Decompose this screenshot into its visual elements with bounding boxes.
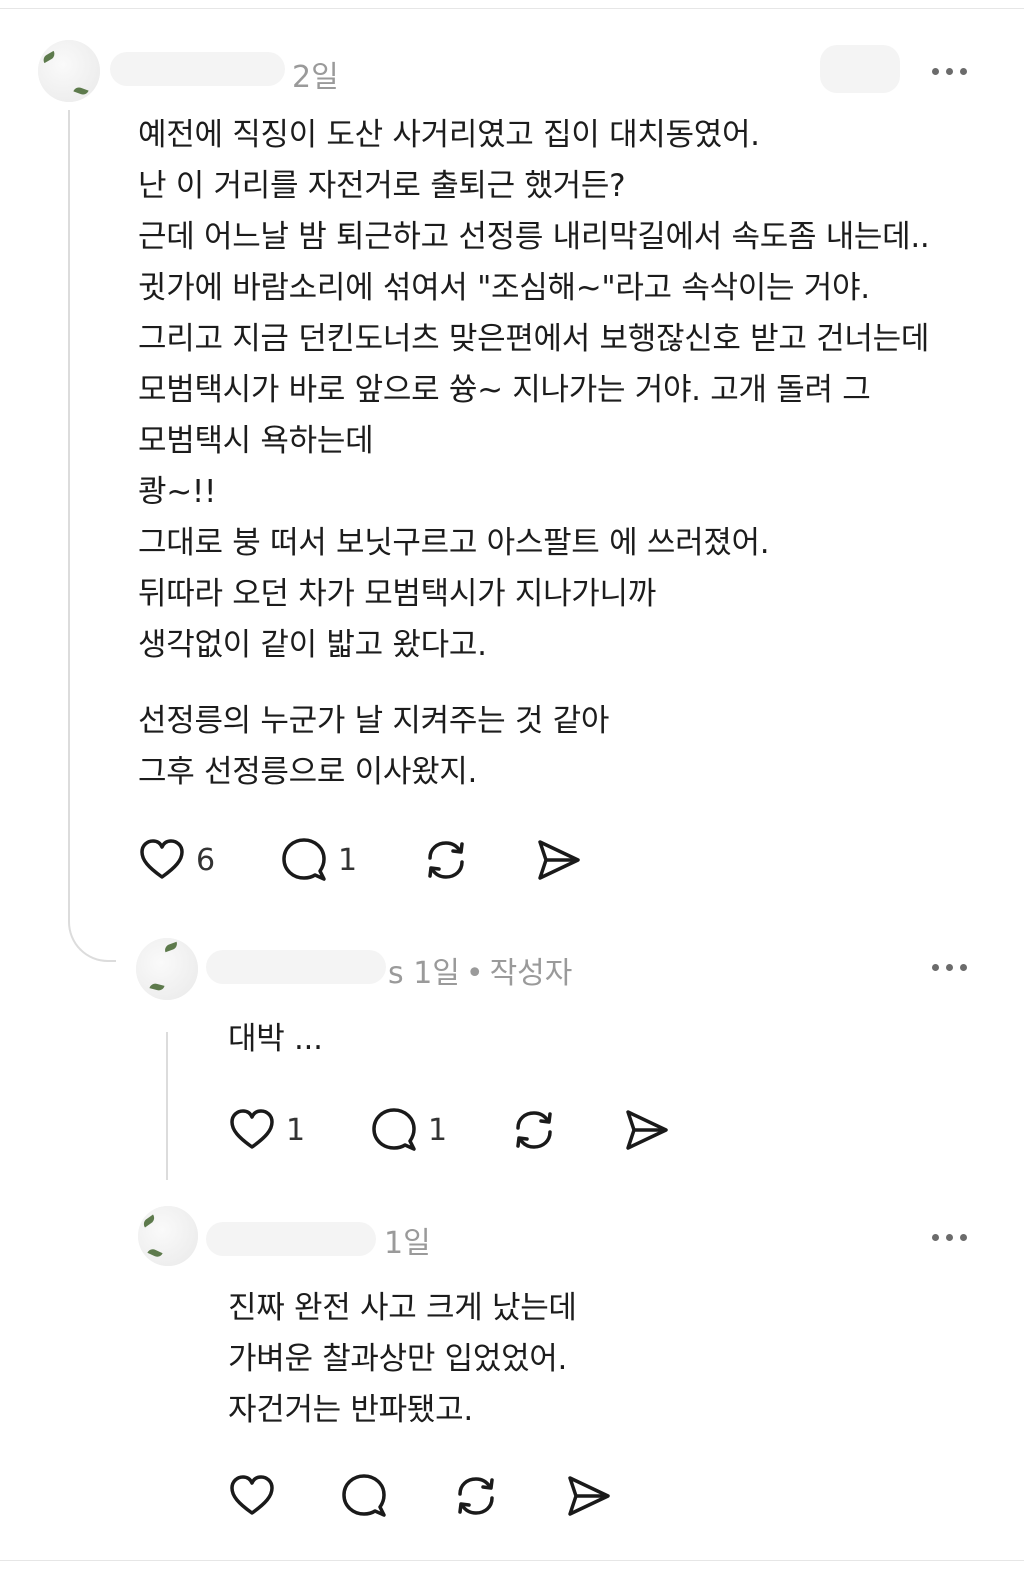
comment-line: 선정릉의 누군가 날 지켜주는 것 같아 — [138, 703, 610, 739]
comment-line: 그리고 지금 던킨도너츠 맞은편에서 보행잖신호 받고 건너는데 — [138, 321, 930, 357]
repost-button[interactable] — [452, 1470, 500, 1522]
heart-icon — [230, 1475, 274, 1515]
reply-button[interactable]: 1 — [370, 1104, 447, 1156]
top-divider — [0, 8, 1024, 9]
username-tail: s — [388, 956, 404, 991]
like-count: 6 — [196, 842, 216, 878]
comment-bubble-icon — [282, 838, 326, 881]
username-redacted[interactable] — [206, 950, 386, 984]
comment-line: 귓가에 바람소리에 섞여서 "조심해~"라고 속삭이는 거야. — [138, 270, 870, 306]
repost-icon — [516, 1111, 552, 1149]
reply-count: 1 — [338, 842, 358, 878]
send-icon — [538, 840, 580, 880]
author-badge: 작성자 — [489, 956, 573, 991]
comment-line: 그대로 붕 떠서 보닛구르고 아스팔트 에 쓰러졌어. — [138, 525, 770, 561]
like-button[interactable]: 1 — [228, 1104, 305, 1156]
like-button[interactable]: 6 — [138, 834, 215, 886]
send-icon — [568, 1476, 610, 1516]
comment-line: 근데 어느날 밤 퇴근하고 선정릉 내리막길에서 속도좀 내는데.. — [138, 219, 930, 255]
comment-line: 대박 ... — [228, 1021, 323, 1057]
username-redacted[interactable] — [206, 1222, 376, 1256]
reply-button[interactable] — [340, 1470, 388, 1522]
comment-line: 자건거는 반파됐고. — [228, 1392, 473, 1428]
share-button[interactable] — [622, 1104, 670, 1156]
comment-meta: s 1일 • 작성자 — [388, 948, 572, 992]
avatar[interactable] — [138, 1206, 198, 1266]
like-count: 1 — [286, 1112, 306, 1148]
username-redacted[interactable] — [110, 52, 285, 86]
action-bar: 6 1 — [138, 834, 618, 886]
comment-body: 대박 ... — [228, 1014, 323, 1065]
comment-line: 진짜 완전 사고 크게 났는데 — [228, 1290, 577, 1326]
share-button[interactable] — [564, 1470, 612, 1522]
avatar[interactable] — [136, 938, 198, 1000]
comment-time: 1일 — [384, 1226, 431, 1261]
thread-connector — [68, 110, 116, 962]
comment-time: 2일 — [292, 60, 339, 95]
comment-body: 예전에 직징이 도산 사거리였고 집이 대치동였어. 난 이 거리를 자전거로 … — [138, 110, 930, 798]
repost-button[interactable] — [510, 1104, 558, 1156]
bottom-divider — [0, 1560, 1024, 1561]
action-bar: 1 1 — [228, 1104, 708, 1156]
comment-line: 쾅~!! — [138, 474, 217, 510]
reply-button[interactable]: 1 — [280, 834, 357, 886]
comment-bubble-icon — [342, 1474, 386, 1517]
comment-line: 가벼운 찰과상만 입었었어. — [228, 1341, 568, 1377]
send-icon — [626, 1110, 668, 1150]
more-dots-icon[interactable] — [932, 962, 972, 972]
meta-separator: • — [465, 956, 484, 991]
more-dots-icon[interactable] — [932, 66, 972, 76]
comment-time: 1일 — [413, 956, 460, 991]
comment-line: 난 이 거리를 자전거로 출퇴근 했거든? — [138, 168, 626, 204]
comment-line: 모범택시 욕하는데 — [138, 423, 374, 459]
heart-icon — [140, 839, 184, 879]
repost-icon — [428, 841, 464, 879]
comment-line: 생각없이 같이 밟고 왔다고. — [138, 627, 487, 663]
redacted-badge — [820, 45, 900, 93]
repost-icon — [458, 1477, 494, 1515]
like-button[interactable] — [228, 1470, 276, 1522]
comment-bubble-icon — [372, 1108, 416, 1151]
more-dots-icon[interactable] — [932, 1232, 972, 1242]
action-bar — [228, 1470, 708, 1522]
repost-button[interactable] — [422, 834, 470, 886]
avatar[interactable] — [38, 40, 100, 102]
comment-line: 예전에 직징이 도산 사거리였고 집이 대치동였어. — [138, 117, 760, 153]
comment-line: 모범택시가 바로 앞으로 쓩~ 지나가는 거야. 고개 돌려 그 — [138, 372, 871, 408]
comment-body: 진짜 완전 사고 크게 났는데 가벼운 찰과상만 입었었어. 자건거는 반파됐고… — [228, 1283, 577, 1436]
heart-icon — [230, 1109, 274, 1149]
share-button[interactable] — [534, 834, 582, 886]
thread-connector — [166, 1032, 168, 1180]
reply-count: 1 — [428, 1112, 448, 1148]
comment-line: 뒤따라 오던 차가 모범택시가 지나가니까 — [138, 576, 656, 612]
comment-line: 그후 선정릉으로 이사왔지. — [138, 754, 478, 790]
